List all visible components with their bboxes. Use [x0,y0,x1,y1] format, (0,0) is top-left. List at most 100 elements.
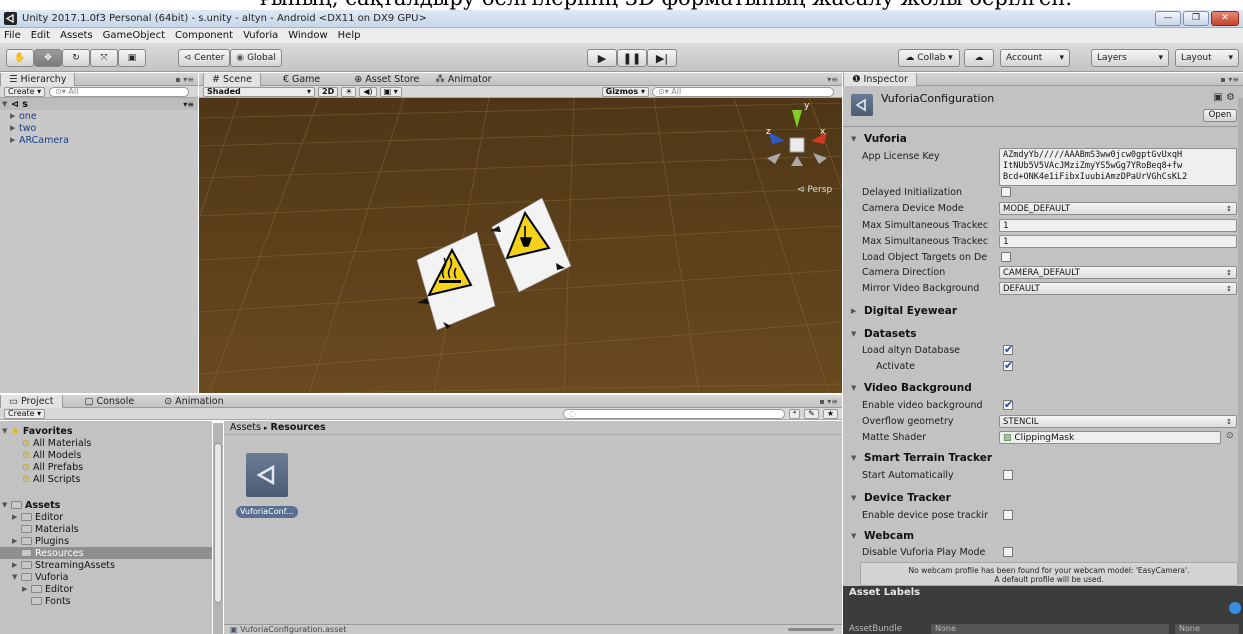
delayed-init-checkbox[interactable] [1001,187,1011,197]
start-auto-checkbox[interactable] [1003,470,1013,480]
pause-button[interactable]: ❚❚ [617,49,647,67]
section-datasets[interactable]: ▼ Datasets [851,328,917,340]
minimize-button[interactable]: — [1155,11,1181,26]
favorites-root[interactable]: ▼ ★ Favorites [0,425,212,437]
favorite-button[interactable]: ★ [822,408,838,419]
move-tool-button[interactable]: ✥ [34,49,62,67]
filter-by-type-button[interactable]: ⁴ [788,408,801,419]
lighting-toggle[interactable]: ☀ [341,86,357,97]
rotate-tool-button[interactable]: ↻ [62,49,90,67]
max-tracked2-field[interactable]: 1 [999,235,1237,248]
panel-menu-icon[interactable]: ▪ ▾≡ [819,397,838,406]
overflow-dropdown[interactable]: STENCIL [999,415,1237,428]
open-button[interactable]: Open [1203,109,1237,122]
maximize-button[interactable]: ❐ [1183,11,1209,26]
hierarchy-item[interactable]: ▶ two [0,122,198,134]
favorite-item[interactable]: ⊙ All Models [0,449,212,461]
filter-by-label-button[interactable]: ✎ [804,408,819,419]
folder-item[interactable]: ▶ Editor [0,511,212,523]
panel-menu-icon[interactable]: ▪ ▾≡ [175,75,194,84]
asset-name-label[interactable]: VuforiaConf... [236,506,298,518]
pivot-center-button[interactable]: ⊲ Center [178,49,230,67]
mirror-dropdown[interactable]: DEFAULT [999,282,1237,295]
scale-tool-button[interactable]: ⤧ [90,49,118,67]
hand-tool-button[interactable]: ✋ [6,49,34,67]
tab-inspector[interactable]: ❶ Inspector [843,72,917,86]
section-smart-terrain[interactable]: ▼ Smart Terrain Tracker [851,452,992,464]
rect-tool-button[interactable]: ▣ [118,49,146,67]
section-device-tracker[interactable]: ▼ Device Tracker [851,492,951,504]
assetbundle-variant-dropdown[interactable]: None [1175,624,1239,634]
tab-asset-store[interactable]: ⊕ Asset Store [346,73,427,86]
scene-root[interactable]: ▼ ⊲ s ▾≡ [0,98,198,110]
gizmos-dropdown[interactable]: Gizmos ▾ [601,86,649,97]
project-create-button[interactable]: Create ▾ [4,408,46,419]
effects-dropdown[interactable]: ▣ ▾ [379,86,402,97]
assets-root[interactable]: ▼ Assets [0,499,212,511]
account-dropdown[interactable]: Account ▾ [1000,49,1070,67]
favorite-item[interactable]: ⊙ All Materials [0,437,212,449]
project-search-input[interactable]: ◌ [562,408,785,419]
cloud-button[interactable]: ☁ [964,49,994,67]
camera-direction-dropdown[interactable]: CAMERA_DEFAULT [999,266,1237,279]
folder-item[interactable]: ▶ StreamingAssets [0,559,212,571]
scene-search-input[interactable]: ⊙▾ All [652,86,834,97]
hierarchy-item[interactable]: ▶ ARCamera [0,134,198,146]
folder-item[interactable]: ▼ Vuforia [0,571,212,583]
enable-video-checkbox[interactable] [1003,398,1013,411]
asset-thumbnail[interactable] [246,453,288,497]
tab-scene[interactable]: # Scene [203,72,261,86]
label-tag-icon[interactable] [1229,602,1241,614]
layers-dropdown[interactable]: Layers ▾ [1091,49,1169,67]
play-button[interactable]: ▶ [587,49,617,67]
icon-size-slider[interactable] [788,628,834,631]
menu-vuforia[interactable]: Vuforia [243,30,278,41]
menu-help[interactable]: Help [338,30,361,41]
close-button[interactable]: ✕ [1211,11,1239,26]
settings-gear-icon[interactable]: ▣ ⚙ [1213,92,1235,103]
tab-console[interactable]: ▢ Console [77,395,143,408]
menu-window[interactable]: Window [288,30,327,41]
hierarchy-search-input[interactable]: ⊙▾ All [49,86,190,97]
inspector-scrollbar[interactable] [1238,98,1243,584]
folder-item-selected[interactable]: Resources [0,547,212,559]
favorite-item[interactable]: ⊙ All Scripts [0,473,212,485]
panel-menu-icon[interactable]: ▪ ▾≡ [1220,75,1239,84]
favorite-item[interactable]: ⊙ All Prefabs [0,461,212,473]
tab-animation[interactable]: ⊙ Animation [156,395,231,408]
pivot-global-button[interactable]: ◉ Global [230,49,282,67]
menu-file[interactable]: File [4,30,21,41]
section-digital-eyewear[interactable]: ▶ Digital Eyewear [851,305,957,317]
panel-menu-icon[interactable]: ▾≡ [827,75,838,84]
object-picker-icon[interactable]: ⊙ [1226,431,1234,441]
camera-mode-dropdown[interactable]: MODE_DEFAULT [999,202,1237,215]
breadcrumb-current[interactable]: Resources [271,422,326,433]
layout-dropdown[interactable]: Layout ▾ [1175,49,1239,67]
max-tracked-field[interactable]: 1 [999,219,1237,232]
section-vuforia[interactable]: ▼ Vuforia [851,133,907,145]
collab-dropdown[interactable]: ☁ Collab ▾ [898,49,960,67]
scene-menu-icon[interactable]: ▾≡ [183,100,194,109]
disable-playmode-checkbox[interactable] [1003,547,1013,557]
audio-toggle[interactable]: ◀) [359,86,377,97]
load-targets-checkbox[interactable] [1001,252,1011,262]
load-database-checkbox[interactable] [1003,343,1013,356]
breadcrumb-root[interactable]: Assets [230,422,261,433]
scene-view[interactable]: y x z ⊲ Persp [199,98,842,393]
section-video-background[interactable]: ▼ Video Background [851,382,972,394]
tab-project[interactable]: ▭ Project [0,394,63,408]
tab-animator[interactable]: ⁂ Animator [427,73,499,86]
hierarchy-item[interactable]: ▶ one [0,110,198,122]
menu-edit[interactable]: Edit [31,30,50,41]
folder-item[interactable]: Materials [0,523,212,535]
activate-checkbox[interactable] [1003,359,1013,372]
hierarchy-create-button[interactable]: Create ▾ [4,86,46,97]
folder-item[interactable]: ▶ Plugins [0,535,212,547]
tab-game[interactable]: € Game [275,73,328,86]
pose-tracking-checkbox[interactable] [1003,510,1013,520]
menu-component[interactable]: Component [175,30,233,41]
menu-assets[interactable]: Assets [60,30,93,41]
project-tree-scrollbar[interactable] [213,423,223,634]
folder-item[interactable]: Fonts [0,595,212,607]
matte-shader-field[interactable]: ▨ ClippingMask [999,431,1221,444]
